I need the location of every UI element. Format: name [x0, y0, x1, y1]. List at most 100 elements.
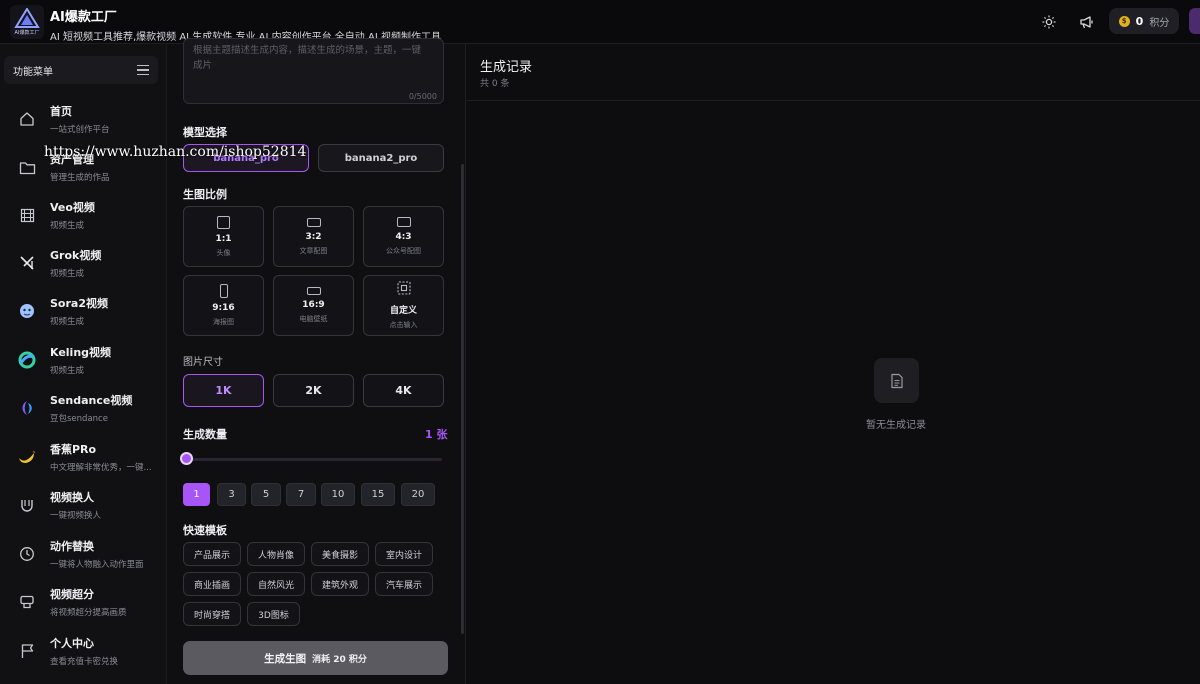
sidebar-item-label: 首页: [50, 105, 72, 118]
quantity-option-20[interactable]: 20: [401, 483, 435, 506]
ratio-option-16-9[interactable]: 16:9 电脑壁纸: [273, 275, 354, 336]
template-chip[interactable]: 时尚穿搭: [183, 602, 241, 626]
theme-toggle-sun-icon[interactable]: [1040, 13, 1058, 31]
magnet-icon: [16, 494, 38, 516]
sidebar-item-sub: 中文理解非常优秀，一键...: [50, 463, 152, 473]
template-chip[interactable]: 汽车展示: [375, 572, 433, 596]
sidebar-item-sub: 一键视频换人: [50, 511, 102, 521]
size-option-2k[interactable]: 2K: [273, 374, 354, 407]
template-chip[interactable]: 人物肖像: [247, 542, 305, 566]
model-section-title: 模型选择: [183, 126, 227, 139]
sidebar-item-label: Grok视频: [50, 249, 102, 262]
ratio-sub: 头像: [216, 248, 231, 257]
ratio-option-custom[interactable]: 自定义 点击输入: [363, 275, 444, 336]
sidebar-item-sora2[interactable]: Sora2视频 视频生成: [10, 291, 160, 331]
sidebar-item-grok[interactable]: Grok视频 视频生成: [10, 243, 160, 283]
count-section-title: 生成数量: [183, 428, 227, 441]
home-icon: [16, 108, 38, 130]
sidebar-item-veo[interactable]: Veo视频 视频生成: [10, 195, 160, 235]
generate-button[interactable]: 生成生图 消耗 20 积分: [183, 641, 448, 675]
empty-state-text: 暂无生成记录: [866, 420, 926, 431]
template-chip[interactable]: 自然风光: [247, 572, 305, 596]
ratio-label: 9:16: [212, 303, 235, 313]
quantity-option-1[interactable]: 1: [183, 483, 210, 506]
sidebar-item-sendance[interactable]: Sendance视频 豆包sendance: [10, 388, 160, 428]
records-panel: 生成记录 共 0 条 暂无生成记录: [465, 44, 1200, 684]
hamburger-icon[interactable]: [137, 65, 149, 75]
sidebar-item-profile[interactable]: 个人中心 查看充值卡密兑换: [10, 631, 160, 671]
quantity-option-5[interactable]: 5: [251, 483, 281, 506]
sidebar-item-label: 动作替换: [50, 540, 94, 553]
sidebar-item-sub: 视频生成: [50, 269, 85, 279]
template-chip[interactable]: 商业插画: [183, 572, 241, 596]
sidebar-item-keling[interactable]: Keling视频 视频生成: [10, 340, 160, 380]
sidebar-item-label: 视频换人: [50, 491, 94, 504]
banana-icon: [16, 446, 38, 468]
ratio-option-9-16[interactable]: 9:16 海报图: [183, 275, 264, 336]
menu-title: 功能菜单: [13, 66, 53, 78]
sidebar-item-label: Keling视频: [50, 346, 112, 359]
prompt-input[interactable]: 根据主题描述生成内容，描述生成的场景，主题，一键成片 0/5000: [183, 38, 444, 104]
sidebar-item-home[interactable]: 首页 一站式创作平台: [10, 99, 160, 139]
brand-title: AI爆款工厂: [50, 10, 117, 25]
portrait-ratio-icon: [219, 284, 228, 298]
sidebar-item-sub: 一站式创作平台: [50, 125, 110, 135]
size-section-title: 图片尺寸: [183, 357, 223, 368]
prompt-char-count: 0/5000: [408, 92, 437, 101]
keling-logo-icon: [16, 349, 38, 371]
generate-cost: 消耗 20 积分: [312, 654, 367, 665]
ratio-option-4-3[interactable]: 4:3 公众号配图: [363, 206, 444, 267]
logo-text: AI爆款工厂: [14, 30, 40, 36]
ratio-sub: 文章配图: [299, 246, 328, 255]
sidebar-item-face-swap[interactable]: 视频换人一键视频换人: [10, 485, 160, 525]
custom-crop-icon: [396, 281, 411, 298]
generation-form: 根据主题描述生成内容，描述生成的场景，主题，一键成片 0/5000 模型选择 b…: [167, 38, 465, 684]
sidebar-item-label: Sendance视频: [50, 394, 133, 407]
sidebar-item-label: 视频超分: [50, 588, 94, 601]
app-logo[interactable]: AI爆款工厂: [10, 5, 44, 39]
template-chip[interactable]: 建筑外观: [311, 572, 369, 596]
quantity-option-15[interactable]: 15: [361, 483, 395, 506]
quantity-option-7[interactable]: 7: [286, 483, 316, 506]
records-count: 共 0 条: [480, 79, 510, 89]
quantity-option-3[interactable]: 3: [217, 483, 246, 506]
template-chip[interactable]: 产品展示: [183, 542, 241, 566]
template-chip[interactable]: 美食摄影: [311, 542, 369, 566]
sora-logo-icon: [16, 300, 38, 322]
announcement-megaphone-icon[interactable]: [1077, 13, 1095, 31]
points-balance[interactable]: $ 0 积分: [1109, 8, 1179, 34]
ratio-label: 16:9: [302, 300, 325, 310]
size-option-4k[interactable]: 4K: [363, 374, 444, 407]
ratio-label: 3:2: [305, 231, 322, 242]
wide-ratio-icon: [306, 287, 321, 295]
count-slider-thumb[interactable]: [180, 452, 193, 465]
top-header: AI爆款工厂 AI爆款工厂 AI 短视频工具推荐,爆款视频 AI 生成软件,专业…: [0, 0, 1200, 44]
records-header: 生成记录 共 0 条: [466, 44, 1200, 101]
model-option-banana2-pro[interactable]: banana2_pro: [318, 144, 444, 172]
count-slider-track[interactable]: [186, 458, 442, 461]
quantity-option-10[interactable]: 10: [321, 483, 355, 506]
template-section-title: 快速模板: [183, 524, 227, 537]
size-option-1k[interactable]: 1K: [183, 374, 264, 407]
form-scrollbar[interactable]: [461, 164, 464, 634]
template-chip[interactable]: 3D图标: [247, 602, 300, 626]
ratio-option-1-1[interactable]: 1:1 头像: [183, 206, 264, 267]
records-title: 生成记录: [480, 60, 533, 75]
sidebar-item-banana-pro[interactable]: 香蕉PRo 中文理解非常优秀，一键...: [10, 437, 160, 477]
sidebar-item-label: 香蕉PRo: [50, 443, 97, 456]
sidebar-item-upscale[interactable]: 视频超分 将视频超分提高画质: [10, 582, 160, 622]
count-value: 1 张: [425, 428, 448, 441]
ratio-option-3-2[interactable]: 3:2 文章配图: [273, 206, 354, 267]
points-unit: 积分: [1149, 17, 1170, 29]
ratio-sub: 公众号配图: [386, 247, 421, 255]
user-avatar[interactable]: [1189, 8, 1200, 34]
menu-header[interactable]: 功能菜单: [4, 56, 158, 84]
sidebar-item-sub: 一键将人物融入动作里面: [50, 560, 144, 570]
template-chip[interactable]: 室内设计: [375, 542, 433, 566]
sidebar-item-label: Veo视频: [50, 201, 95, 214]
sidebar-item-sub: 视频生成: [50, 366, 85, 376]
empty-document-icon: [874, 358, 919, 403]
sidebar-item-motion-replace[interactable]: 动作替换一键将人物融入动作里面: [10, 534, 160, 574]
generate-label: 生成生图: [264, 652, 307, 665]
sidebar-item-label: Sora2视频: [50, 297, 108, 310]
